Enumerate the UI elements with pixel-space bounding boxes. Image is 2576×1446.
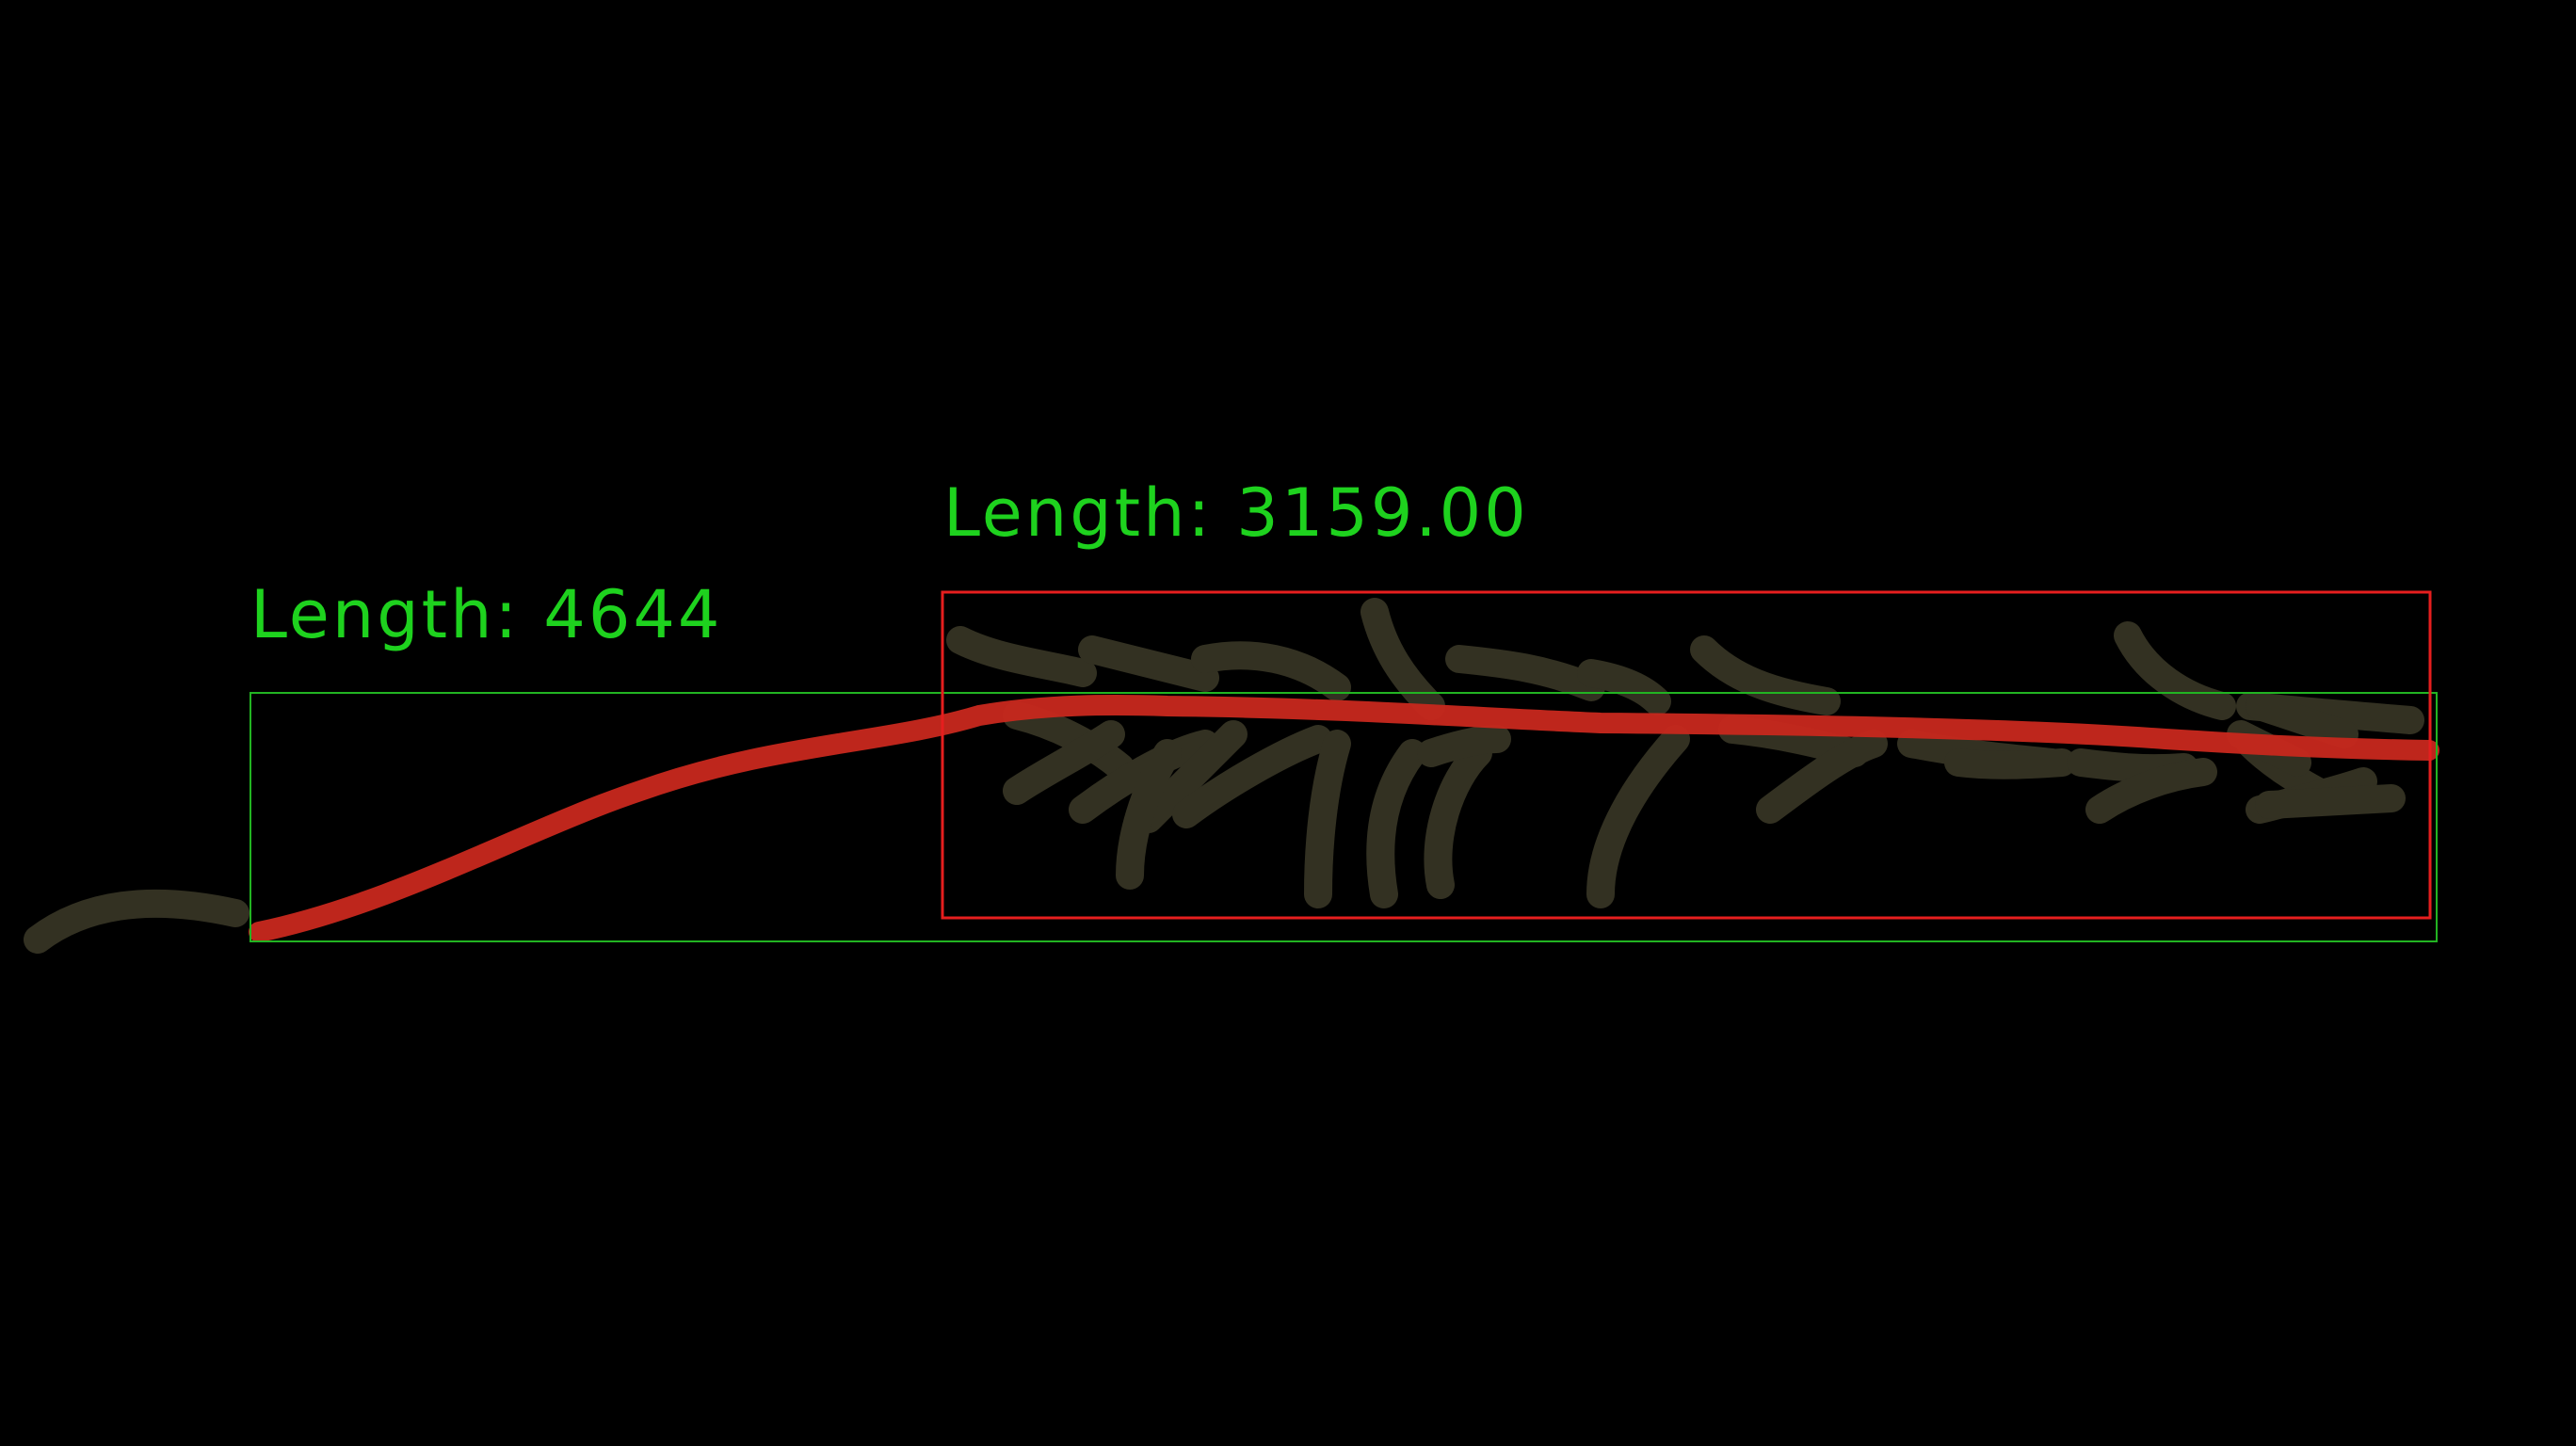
pod — [1417, 725, 1511, 767]
pod — [2255, 784, 2406, 819]
pod — [1944, 748, 2076, 779]
total-length-label: Length: 4644 — [250, 576, 723, 653]
plant-scan-image — [0, 0, 2576, 1446]
background — [0, 0, 2576, 1446]
main-axis-length-label: Length: 3159.00 — [943, 474, 1529, 552]
